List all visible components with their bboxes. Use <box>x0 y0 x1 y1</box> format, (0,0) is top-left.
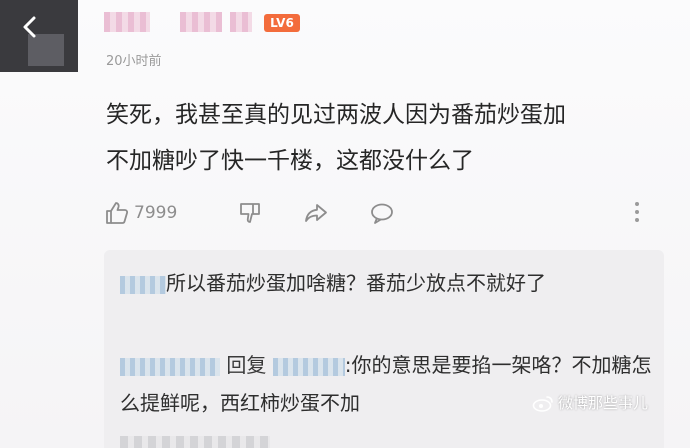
like-count: 7999 <box>134 203 178 223</box>
comment-line: 笑死，我甚至真的见过两波人因为番茄炒蛋加 <box>106 102 566 128</box>
watermark: 微博那些事儿 <box>532 392 648 413</box>
comment-timestamp: 20小时前 <box>106 54 162 69</box>
comment-screen: LV6 20小时前 笑死，我甚至真的见过两波人因为番茄炒蛋加 不加糖吵了快一千楼… <box>0 0 690 448</box>
reply-box[interactable]: 所以番茄炒蛋加啥糖？番茄少放点不就好了 回复 :你的意思是要掐一架咯？不加糖怎么… <box>104 250 664 448</box>
more-icon[interactable] <box>632 198 642 228</box>
comment-button[interactable] <box>369 200 395 226</box>
username-blur[interactable] <box>230 12 252 32</box>
reply-label: 回复 <box>226 353 267 377</box>
username-blur[interactable] <box>180 12 222 32</box>
dislike-button[interactable] <box>237 200 263 226</box>
comment-icon <box>371 203 394 224</box>
level-badge: LV6 <box>264 14 300 32</box>
back-icon[interactable] <box>18 14 44 40</box>
username-blur[interactable] <box>104 12 150 32</box>
share-button[interactable] <box>303 200 329 226</box>
comment-line: 不加糖吵了快一千楼，这都没什么了 <box>106 148 474 174</box>
thumbs-up-icon <box>106 202 129 224</box>
comment-actions: 7999 <box>104 196 395 230</box>
avatar[interactable] <box>0 0 78 72</box>
cut-off-text <box>120 436 270 448</box>
reply-username-blur[interactable] <box>120 357 220 376</box>
like-button[interactable]: 7999 <box>104 200 177 226</box>
share-icon <box>305 204 328 222</box>
comment-text: 笑死，我甚至真的见过两波人因为番茄炒蛋加 不加糖吵了快一千楼，这都没什么了 <box>106 92 666 184</box>
thumbs-down-icon <box>240 203 261 223</box>
watermark-text: 微博那些事儿 <box>558 394 649 412</box>
reply-username-blur[interactable] <box>120 275 166 294</box>
reply-text: 所以番茄炒蛋加啥糖？番茄少放点不就好了 <box>166 271 546 295</box>
weibo-logo-icon <box>532 395 553 412</box>
reply-target-blur[interactable] <box>272 357 345 376</box>
reply-item[interactable]: 所以番茄炒蛋加啥糖？番茄少放点不就好了 <box>120 264 660 302</box>
